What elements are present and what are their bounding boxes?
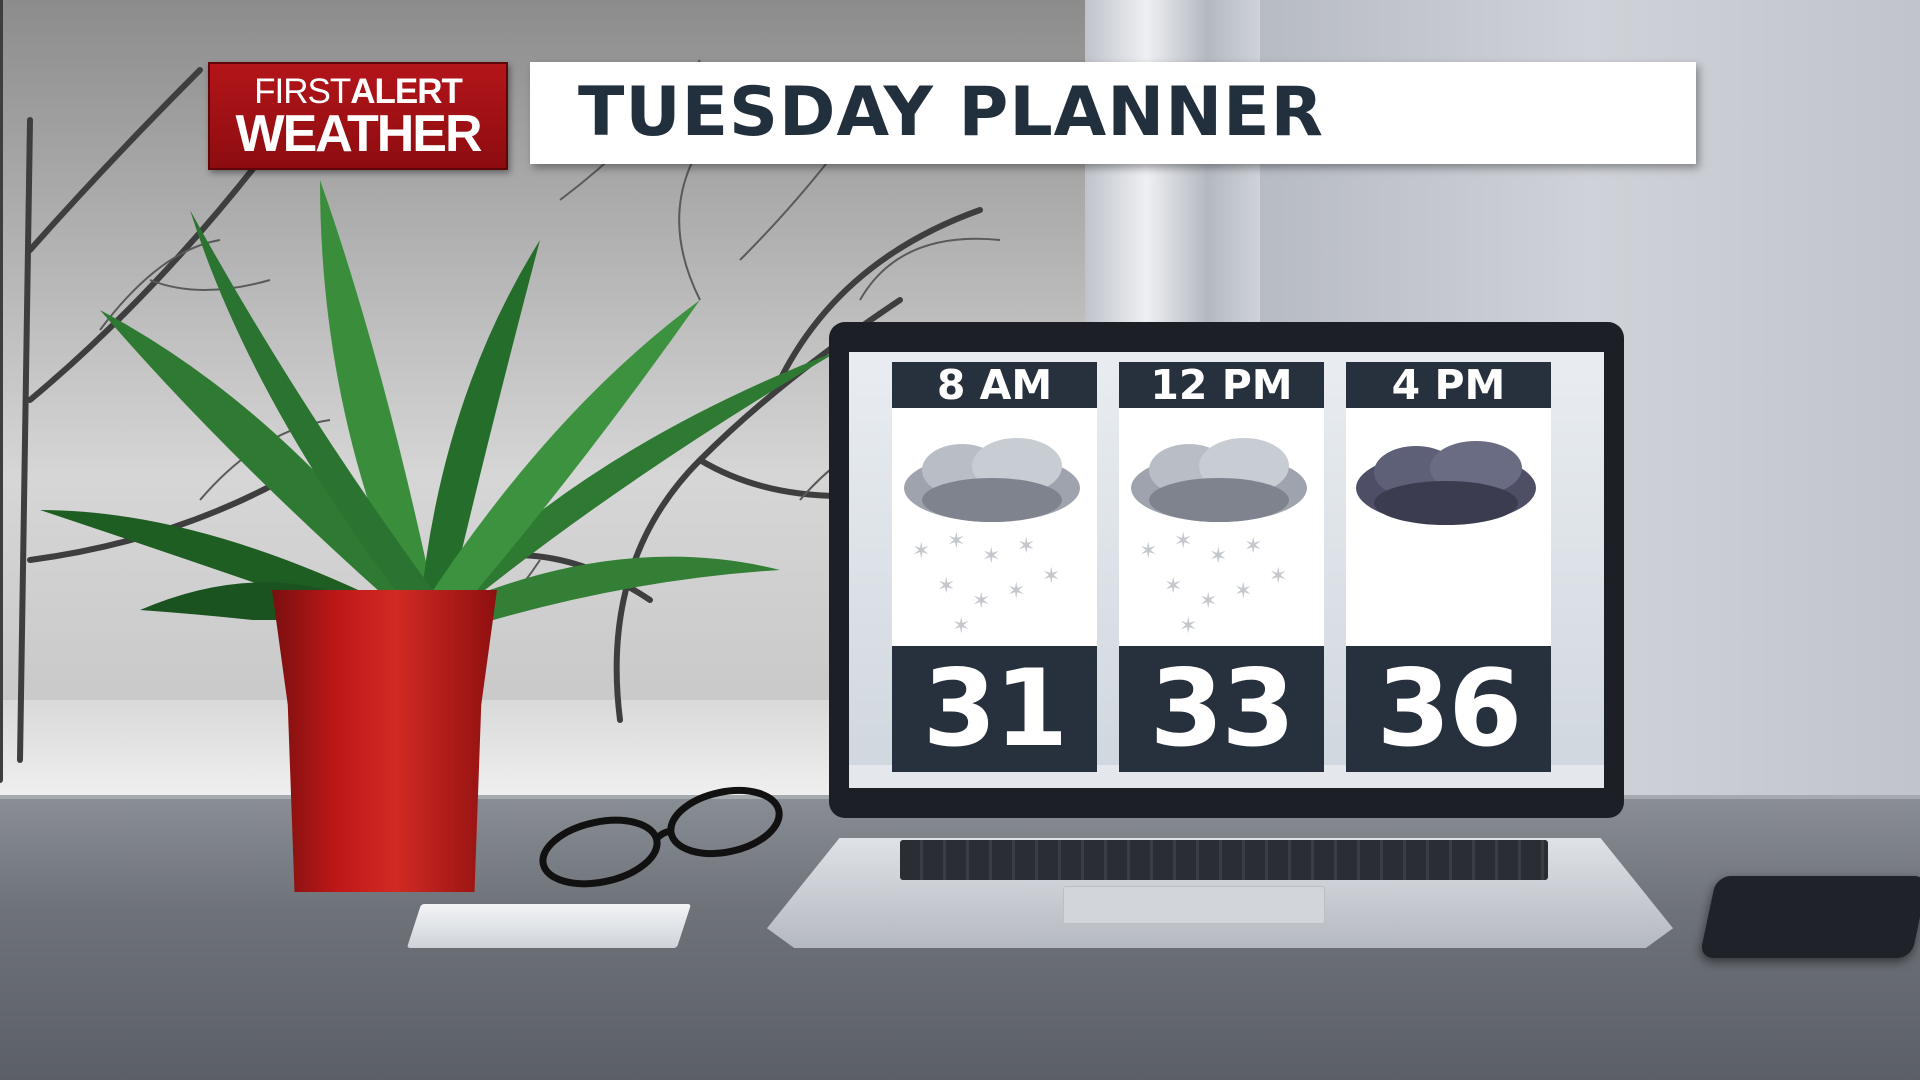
forecast-card-12pm: 12 PM ✶ ✶ ✶ ✶ ✶ ✶ ✶ ✶ ✶ 33 [1119, 362, 1324, 772]
page-title: TUESDAY PLANNER [578, 73, 1324, 152]
svg-text:✶: ✶ [972, 589, 990, 614]
forecast-card-4pm: 4 PM 36 [1346, 362, 1551, 772]
cloud-snow-icon: ✶ ✶✶ ✶✶✶ ✶✶✶ [1131, 438, 1307, 639]
svg-text:✶: ✶ [1209, 544, 1227, 569]
laptop-trackpad [1063, 886, 1325, 924]
svg-text:✶: ✶ [1164, 574, 1182, 599]
plant-leaves [40, 180, 840, 620]
logo-word-weather: WEATHER [235, 105, 482, 163]
title-banner: TUESDAY PLANNER [530, 62, 1696, 164]
svg-text:✶: ✶ [1199, 589, 1217, 614]
notepad [406, 904, 692, 948]
window-frame [1085, 0, 1260, 330]
forecast-temperature: 33 [1119, 646, 1324, 772]
first-alert-weather-logo: FIRSTALERT WEATHER [208, 62, 508, 170]
svg-text:✶: ✶ [1179, 614, 1197, 639]
svg-text:✶: ✶ [1139, 539, 1157, 564]
glasses [539, 787, 783, 888]
forecast-time: 4 PM [1346, 362, 1551, 408]
forecast-icon-area [1346, 408, 1551, 646]
forecast-time: 8 AM [892, 362, 1097, 408]
svg-text:✶: ✶ [1174, 529, 1192, 554]
forecast-icon-area: ✶ ✶ ✶ ✶ ✶ ✶ ✶ ✶ ✶ [892, 408, 1097, 646]
svg-text:✶: ✶ [1269, 564, 1287, 589]
svg-text:✶: ✶ [912, 539, 930, 564]
svg-text:✶: ✶ [952, 614, 970, 639]
svg-text:✶: ✶ [1244, 534, 1262, 559]
forecast-temperature: 31 [892, 646, 1097, 772]
forecast-time: 12 PM [1119, 362, 1324, 408]
smartphone [1699, 876, 1920, 958]
dark-cloud-icon [1356, 441, 1536, 525]
cloud-snow-icon: ✶ ✶✶ ✶✶✶ ✶✶✶ [904, 438, 1080, 639]
svg-text:✶: ✶ [947, 529, 965, 554]
forecast-card-8am: 8 AM ✶ ✶ ✶ ✶ ✶ ✶ ✶ ✶ ✶ 31 [892, 362, 1097, 772]
svg-text:✶: ✶ [1042, 564, 1060, 589]
svg-text:✶: ✶ [937, 574, 955, 599]
forecast-temperature: 36 [1346, 646, 1551, 772]
plant-pot [272, 590, 497, 892]
svg-text:✶: ✶ [982, 544, 1000, 569]
svg-text:✶: ✶ [1234, 579, 1252, 604]
svg-text:✶: ✶ [1017, 534, 1035, 559]
laptop-keyboard [900, 840, 1548, 880]
forecast-icon-area: ✶ ✶ ✶ ✶ ✶ ✶ ✶ ✶ ✶ [1119, 408, 1324, 646]
svg-text:✶: ✶ [1007, 579, 1025, 604]
